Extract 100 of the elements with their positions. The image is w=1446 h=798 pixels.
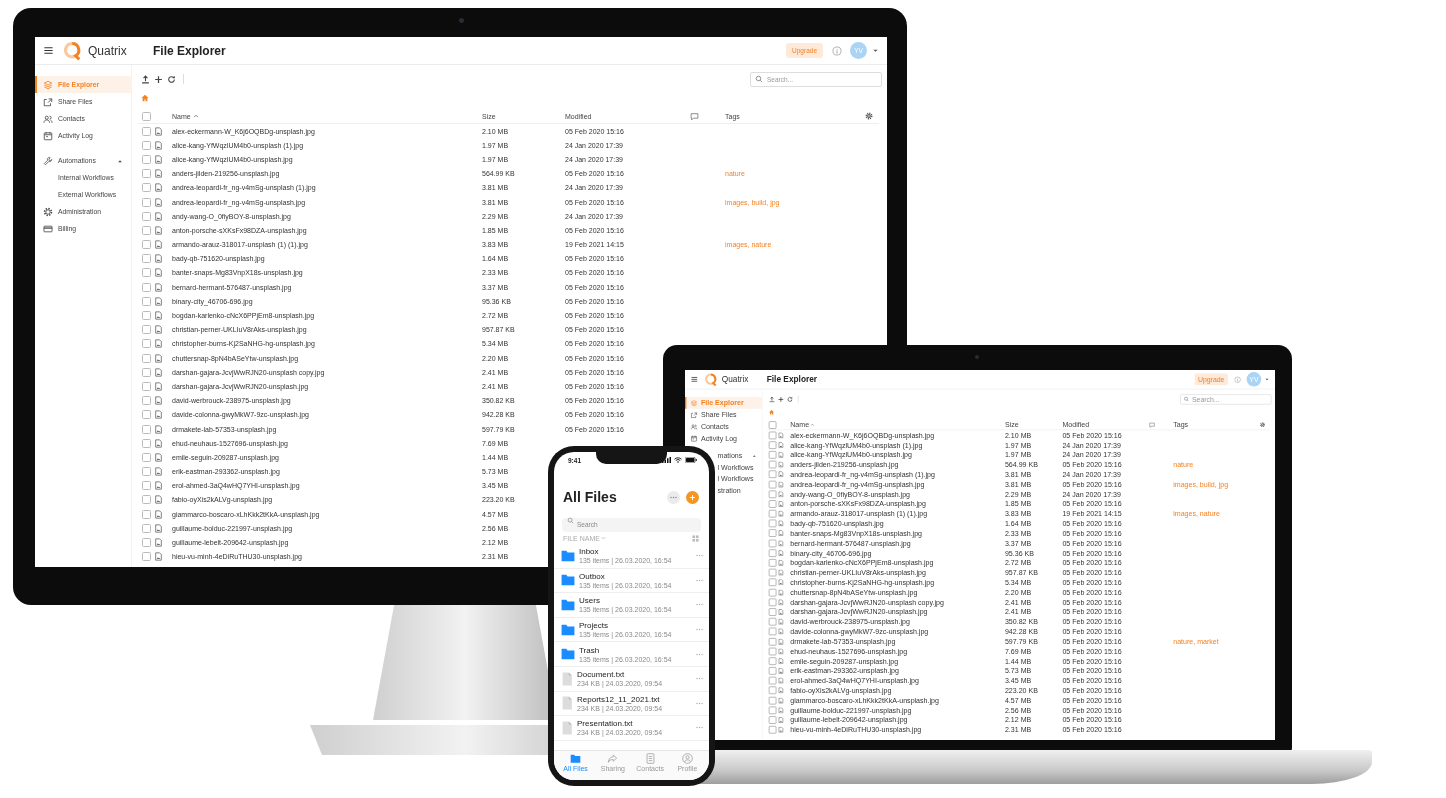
image-file-icon — [777, 432, 785, 439]
image-file-icon — [154, 197, 163, 207]
checkbox[interactable] — [141, 552, 151, 562]
checkbox[interactable] — [141, 396, 151, 406]
logo-icon — [63, 40, 83, 61]
checkbox[interactable] — [141, 509, 151, 519]
more-icon[interactable] — [696, 677, 703, 681]
image-file-icon — [777, 589, 785, 596]
checkbox[interactable] — [768, 568, 777, 577]
checkbox[interactable] — [768, 706, 777, 715]
checkbox[interactable] — [141, 481, 151, 491]
more-button[interactable] — [667, 490, 680, 504]
checkbox[interactable] — [141, 438, 151, 448]
checkbox[interactable] — [141, 325, 151, 335]
checkbox[interactable] — [141, 381, 151, 391]
checkbox[interactable] — [141, 211, 151, 221]
checkbox[interactable] — [768, 647, 777, 656]
image-file-icon — [154, 424, 163, 434]
checkbox[interactable] — [141, 169, 151, 179]
search-icon — [567, 516, 574, 524]
checkbox[interactable] — [141, 183, 151, 193]
checkbox[interactable] — [768, 460, 777, 469]
checkbox[interactable] — [768, 470, 777, 479]
item-name: Trash — [579, 645, 601, 655]
checkbox[interactable] — [768, 637, 777, 646]
checkbox[interactable] — [141, 353, 151, 363]
checkbox[interactable] — [141, 282, 151, 292]
checkbox[interactable] — [768, 480, 777, 489]
image-file-icon — [777, 461, 785, 468]
checkbox[interactable] — [768, 539, 777, 548]
checkbox[interactable] — [768, 509, 777, 518]
wifi-icon — [674, 457, 682, 463]
menu-icon — [43, 45, 54, 56]
image-file-icon — [777, 520, 785, 527]
document-icon — [561, 696, 573, 711]
item-name: Projects — [579, 621, 609, 631]
settings-icon[interactable] — [1259, 421, 1266, 428]
image-file-icon — [777, 716, 785, 724]
more-icon[interactable] — [696, 701, 703, 705]
image-file-icon — [154, 452, 163, 462]
checkbox[interactable] — [141, 538, 151, 548]
checkbox[interactable] — [141, 296, 151, 306]
contacts-icon — [43, 113, 53, 124]
more-icon[interactable] — [696, 554, 703, 558]
image-file-icon — [154, 495, 163, 505]
image-file-icon — [154, 268, 163, 278]
caret-icon[interactable] — [1264, 376, 1270, 382]
speech-bubble-icon — [690, 111, 699, 121]
image-file-icon — [154, 225, 163, 235]
page-title: File Explorer — [766, 374, 818, 385]
checkbox[interactable] — [141, 111, 151, 121]
info-icon[interactable] — [832, 45, 842, 56]
folder-icon — [561, 549, 575, 562]
checkbox[interactable] — [141, 410, 151, 420]
checkbox[interactable] — [768, 578, 777, 587]
checkbox[interactable] — [141, 452, 151, 462]
checkbox[interactable] — [141, 367, 151, 377]
checkbox[interactable] — [141, 339, 151, 349]
more-icon[interactable] — [696, 603, 703, 607]
more-icon[interactable] — [696, 628, 703, 632]
more-icon[interactable] — [696, 578, 703, 582]
checkbox[interactable] — [768, 588, 777, 597]
home-icon[interactable] — [141, 94, 149, 102]
checkbox[interactable] — [768, 420, 777, 429]
more-icon[interactable] — [696, 726, 703, 730]
upload-icon[interactable] — [141, 74, 150, 84]
share-icon — [43, 96, 53, 107]
checkbox[interactable] — [768, 686, 777, 695]
checkbox[interactable] — [141, 268, 151, 278]
image-file-icon — [777, 530, 785, 537]
home-icon[interactable] — [768, 409, 775, 415]
checkbox[interactable] — [768, 529, 777, 538]
checkbox[interactable] — [141, 495, 151, 505]
settings-icon[interactable] — [865, 112, 873, 120]
image-file-icon — [154, 552, 163, 562]
image-file-icon — [154, 381, 163, 391]
checkbox[interactable] — [768, 696, 777, 705]
plus-icon[interactable] — [154, 74, 163, 84]
grid-view-icon[interactable] — [692, 534, 699, 542]
checkbox[interactable] — [141, 140, 151, 150]
checkbox[interactable] — [141, 197, 151, 207]
checkbox[interactable] — [141, 424, 151, 434]
checkbox[interactable] — [141, 467, 151, 477]
checkbox[interactable] — [141, 523, 151, 533]
image-file-icon — [777, 579, 785, 586]
add-button[interactable] — [686, 490, 699, 504]
caret-icon[interactable] — [872, 47, 879, 54]
more-icon[interactable] — [696, 652, 703, 656]
search-icon — [755, 75, 763, 83]
checkbox[interactable] — [141, 126, 151, 136]
checkbox[interactable] — [768, 627, 777, 636]
checkbox[interactable] — [141, 240, 151, 250]
checkbox[interactable] — [768, 519, 777, 528]
checkbox[interactable] — [141, 225, 151, 235]
checkbox[interactable] — [141, 311, 151, 321]
sort-ascending-icon[interactable] — [192, 113, 199, 119]
image-file-icon — [777, 491, 785, 498]
checkbox[interactable] — [141, 154, 151, 164]
checkbox[interactable] — [141, 254, 151, 264]
refresh-icon[interactable] — [167, 74, 176, 84]
